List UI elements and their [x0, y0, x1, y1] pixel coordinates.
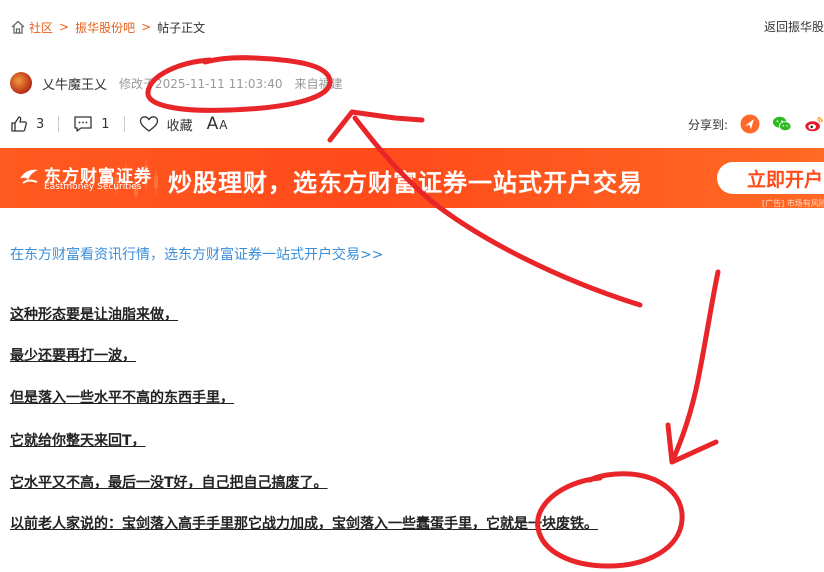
- breadcrumb-separator: >: [141, 20, 152, 34]
- avatar[interactable]: [10, 72, 32, 94]
- divider: [58, 116, 60, 132]
- breadcrumb-separator: >: [59, 20, 70, 34]
- post-line: 它水平又不高，最后一没T好，自己把自己搞废了。: [10, 475, 328, 491]
- promo-link[interactable]: 在东方财富看资讯行情，选东方财富证券一站式开户交易>>: [10, 244, 383, 264]
- home-icon[interactable]: [10, 19, 26, 35]
- font-size-large: A: [206, 114, 220, 134]
- comment-count: 1: [101, 116, 110, 132]
- ad-brand-english: Eastmoney Securities: [44, 182, 142, 192]
- back-to-bar-link[interactable]: 返回振华股: [764, 18, 824, 35]
- comment-button[interactable]: 1: [73, 115, 110, 133]
- font-size-small: A: [219, 118, 229, 132]
- post-actions: 3 1 收藏 AA: [10, 114, 228, 134]
- comment-icon: [74, 116, 92, 132]
- weibo-icon[interactable]: [804, 114, 824, 134]
- post-line: 最少还要再打一波，: [10, 348, 136, 364]
- breadcrumb-community-link[interactable]: 社区: [29, 19, 53, 36]
- font-size-toggle[interactable]: AA: [207, 114, 229, 134]
- like-count: 3: [36, 116, 45, 132]
- share-bar: 分享到:: [688, 114, 824, 134]
- annotation-arrow-down-line: [669, 269, 721, 465]
- author-name[interactable]: 乂牛魔王乂: [42, 74, 107, 93]
- favorite-label: 收藏: [166, 118, 193, 134]
- divider: [123, 116, 125, 132]
- modified-time: 修改于2025-11-11 11:03:40: [119, 76, 283, 91]
- annotation-arrow-down-head: [665, 422, 719, 465]
- like-button[interactable]: 3: [10, 115, 44, 133]
- heart-icon: [139, 116, 158, 132]
- open-account-button[interactable]: 立即开户: [717, 162, 824, 194]
- post-line: 它就给你整天来回T，: [10, 433, 146, 449]
- annotation-arrow-up-head: [327, 109, 425, 143]
- breadcrumb: 社区 > 振华股份吧 > 帖子正文: [10, 18, 205, 36]
- thumbs-up-icon: [11, 116, 27, 132]
- ad-disclaimer: [广告] 市场有风险: [762, 199, 824, 208]
- post-line: 但是落入一些水平不高的东西手里，: [10, 390, 234, 406]
- post-location: 来自福建: [294, 76, 343, 91]
- wechat-icon[interactable]: [772, 114, 792, 134]
- post-line: 以前老人家说的：宝剑落入高手手里那它战力加成，宝剑落入一些蠢蛋手里，它就是一块废…: [10, 516, 598, 532]
- share-icon[interactable]: [740, 114, 760, 134]
- breadcrumb-current: 帖子正文: [157, 20, 206, 35]
- post-author-row: 乂牛魔王乂 修改于2025-11-11 11:03:40 来自福建: [10, 72, 354, 94]
- post-line: 这种形态要是让油脂来做，: [10, 307, 178, 323]
- favorite-button[interactable]: 收藏: [139, 115, 193, 134]
- breadcrumb-stock-bar-link[interactable]: 振华股份吧: [75, 19, 135, 36]
- ad-slogan[interactable]: 炒股理财，选东方财富证券一站式开户交易: [168, 163, 643, 198]
- annotation-arrow-up-line: [352, 115, 643, 308]
- share-label: 分享到:: [687, 117, 728, 132]
- eastmoney-logo-icon: [20, 169, 38, 184]
